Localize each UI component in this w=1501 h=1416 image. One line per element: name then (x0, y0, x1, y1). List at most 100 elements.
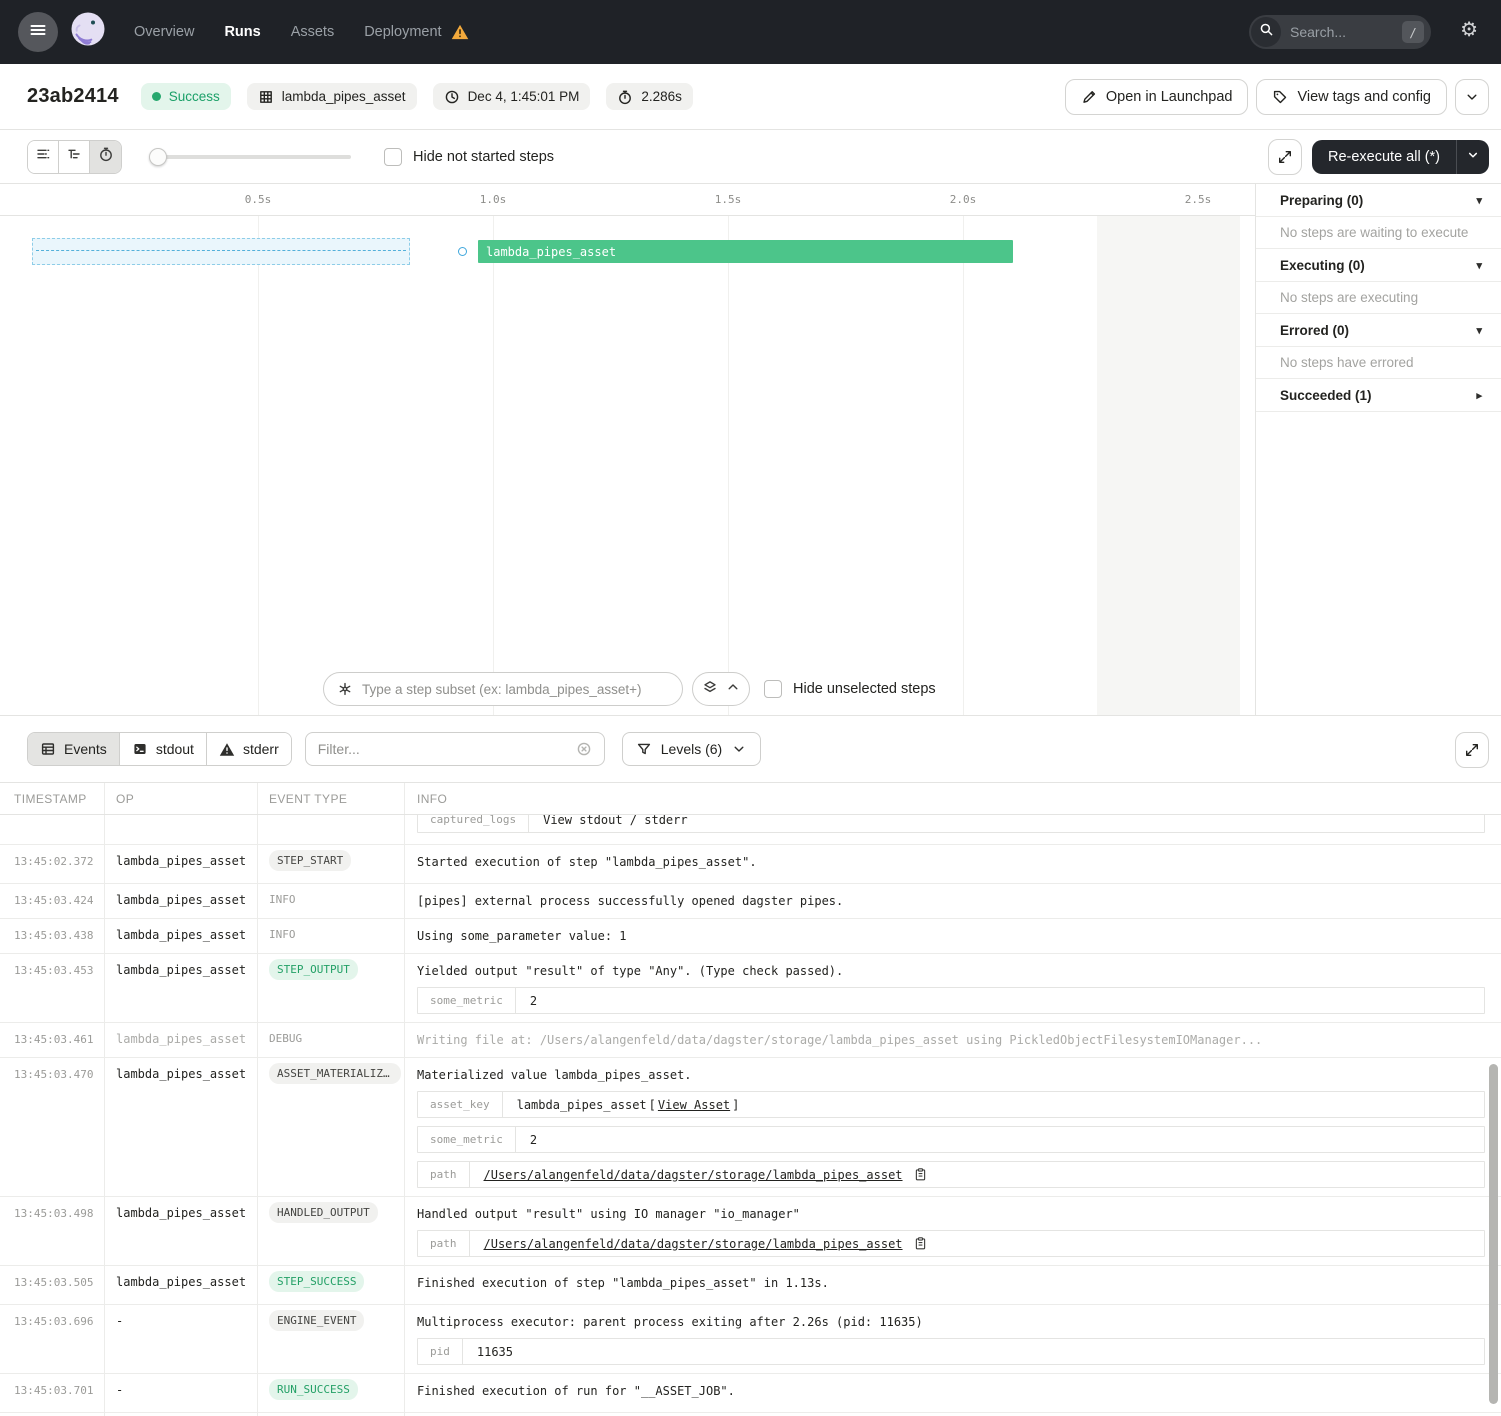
log-op: lambda_pipes_asset (105, 1197, 258, 1265)
copy-icon[interactable] (913, 1236, 928, 1251)
log-event-type: ENGINE_EVENT (258, 1305, 405, 1373)
log-row[interactable]: 13:45:03.498lambda_pipes_assetHANDLED_OU… (0, 1197, 1501, 1266)
view-nested-button[interactable] (59, 141, 90, 173)
axis-tick: 2.5s (1170, 193, 1226, 206)
slider-knob[interactable] (149, 148, 167, 166)
logs-fullscreen-button[interactable] (1455, 732, 1489, 768)
log-info: Materialized value lambda_pipes_asset.as… (405, 1058, 1501, 1196)
gridline (258, 216, 259, 715)
run-header-actions: Open in Launchpad View tags and config (1065, 79, 1489, 115)
col-event-type: EVENT TYPE (258, 783, 405, 814)
metadata-key: path (418, 1231, 470, 1256)
log-op: lambda_pipes_asset (105, 954, 258, 1022)
metadata-link[interactable]: /Users/alangenfeld/data/dagster/storage/… (484, 1237, 903, 1251)
hide-unselected-control[interactable]: Hide unselected steps (764, 680, 936, 698)
nav-links: Overview Runs Assets Deployment (134, 24, 469, 40)
job-grid-icon (258, 89, 274, 105)
metadata-row: some_metric2 (417, 1126, 1485, 1153)
step-subset-input[interactable] (362, 682, 669, 697)
step-section-executing[interactable]: Executing (0)▾ (1256, 249, 1501, 282)
status-dot-icon (152, 92, 161, 101)
pencil-icon (1081, 89, 1097, 105)
search-bar[interactable]: / (1249, 15, 1431, 49)
reexecute-dropdown-button[interactable] (1457, 148, 1489, 166)
log-row[interactable]: captured_logsView stdout / stderr (0, 815, 1501, 845)
hamburger-menu-button[interactable] (18, 12, 58, 52)
dagster-logo-icon (66, 8, 110, 57)
clear-filter-icon[interactable] (576, 741, 592, 757)
gantt-step-bar[interactable]: lambda_pipes_asset (478, 240, 1013, 263)
log-filter-input[interactable] (318, 741, 576, 757)
section-title: Succeeded (1) (1280, 388, 1372, 403)
metadata-row: some_metric2 (417, 987, 1485, 1014)
run-duration: 2.286s (641, 89, 682, 104)
log-timestamp: 13:45:03.696 (0, 1305, 105, 1373)
nav-link-overview[interactable]: Overview (134, 24, 194, 40)
log-row[interactable]: 13:45:03.424lambda_pipes_assetINFO[pipes… (0, 884, 1501, 919)
step-subset-input-wrap[interactable] (323, 672, 683, 706)
log-row[interactable]: 13:45:03.453lambda_pipes_assetSTEP_OUTPU… (0, 954, 1501, 1023)
step-waiting-segment (32, 238, 410, 265)
logs-scrollbar-thumb[interactable] (1489, 1064, 1498, 1404)
nav-link-runs[interactable]: Runs (224, 24, 260, 40)
log-row[interactable]: 13:45:03.505lambda_pipes_assetSTEP_SUCCE… (0, 1266, 1501, 1305)
status-label: Success (169, 89, 220, 104)
hide-not-started-control[interactable]: Hide not started steps (384, 148, 554, 166)
log-timestamp: 13:45:03.461 (0, 1023, 105, 1057)
open-in-launchpad-label: Open in Launchpad (1106, 89, 1233, 105)
job-name-pill[interactable]: lambda_pipes_asset (247, 83, 417, 110)
settings-gear-icon[interactable]: ⚙ (1460, 20, 1478, 40)
gridline (728, 216, 729, 715)
step-section-succeeded[interactable]: Succeeded (1)▸ (1256, 379, 1501, 412)
log-row[interactable]: 13:45:03.470lambda_pipes_assetASSET_MATE… (0, 1058, 1501, 1197)
metadata-key: some_metric (418, 988, 516, 1013)
tab-events[interactable]: Events (28, 733, 120, 765)
graph-query-toggle-button[interactable] (692, 672, 750, 706)
run-more-actions-button[interactable] (1455, 79, 1489, 115)
log-row[interactable]: 13:45:03.701-RUN_SUCCESSFinished executi… (0, 1374, 1501, 1413)
chevron-down-icon (731, 741, 747, 757)
warning-icon (219, 742, 235, 757)
chevron-up-icon (725, 679, 741, 700)
nav-link-label: Deployment (364, 24, 441, 40)
open-in-launchpad-button[interactable]: Open in Launchpad (1065, 79, 1249, 115)
step-section-errored[interactable]: Errored (0)▾ (1256, 314, 1501, 347)
view-tags-config-button[interactable]: View tags and config (1256, 79, 1447, 115)
tab-stderr[interactable]: stderr (207, 733, 291, 765)
dagster-logo[interactable] (66, 10, 110, 54)
hide-not-started-checkbox[interactable] (384, 148, 402, 166)
run-start-time-pill: Dec 4, 1:45:01 PM (433, 83, 591, 110)
nav-link-deployment[interactable]: Deployment (364, 24, 468, 40)
metadata-key: captured_logs (418, 815, 529, 832)
copy-icon[interactable] (913, 1167, 928, 1182)
log-event-type: INFO (258, 919, 405, 953)
hamburger-icon (29, 21, 47, 44)
log-row[interactable]: 13:45:03.438lambda_pipes_assetINFOUsing … (0, 919, 1501, 954)
log-row[interactable]: 13:45:03.461lambda_pipes_assetDEBUGWriti… (0, 1023, 1501, 1058)
gantt-fullscreen-button[interactable] (1268, 139, 1302, 175)
log-info: Multiprocess executor: parent process ex… (405, 1305, 1501, 1373)
metadata-link[interactable]: View Asset (658, 1098, 730, 1112)
view-flat-button[interactable] (28, 141, 59, 173)
tab-events-label: Events (64, 741, 107, 757)
levels-dropdown[interactable]: Levels (6) (622, 732, 761, 766)
metadata-link[interactable]: /Users/alangenfeld/data/dagster/storage/… (484, 1168, 903, 1182)
zoom-slider[interactable] (149, 148, 351, 166)
hide-unselected-checkbox[interactable] (764, 680, 782, 698)
search-input[interactable] (1290, 24, 1382, 40)
levels-label: Levels (6) (661, 741, 722, 757)
log-row[interactable]: 13:45:03.696-ENGINE_EVENTMultiprocess ex… (0, 1305, 1501, 1374)
section-title: Errored (0) (1280, 323, 1349, 338)
nav-link-assets[interactable]: Assets (291, 24, 335, 40)
log-info: Using some_parameter value: 1 (405, 919, 1501, 953)
section-title: Executing (0) (1280, 258, 1365, 273)
col-info: INFO (405, 783, 1501, 814)
view-timing-button[interactable] (90, 141, 121, 173)
event-type-badge: INFO (269, 893, 296, 906)
hide-not-started-label: Hide not started steps (413, 149, 554, 165)
log-filter-wrap[interactable] (305, 732, 605, 766)
step-section-preparing[interactable]: Preparing (0)▾ (1256, 184, 1501, 217)
tab-stdout[interactable]: stdout (120, 733, 207, 765)
log-row[interactable]: 13:45:02.372lambda_pipes_assetSTEP_START… (0, 845, 1501, 884)
reexecute-all-button[interactable]: Re-execute all (*) (1312, 140, 1489, 174)
